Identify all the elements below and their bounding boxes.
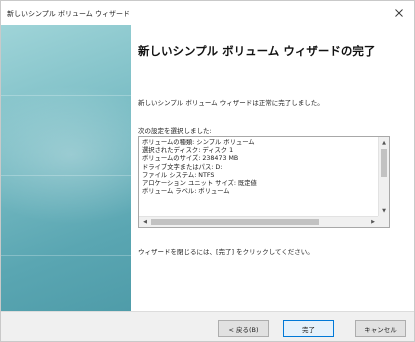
back-button[interactable]: < 戻る(B)	[218, 320, 269, 337]
settings-label: 次の設定を選択しました:	[138, 127, 212, 135]
scroll-right-icon[interactable]: ▶	[368, 217, 378, 227]
settings-item: アロケーション ユニット サイズ: 既定値	[142, 180, 257, 188]
finish-instruction: ウィザードを閉じるには、[完了] をクリックしてください。	[138, 248, 314, 256]
cancel-button[interactable]: キャンセル	[355, 320, 406, 337]
close-icon	[395, 9, 403, 17]
title-bar: 新しいシンプル ボリューム ウィザード	[1, 1, 414, 25]
scroll-down-icon[interactable]: ▼	[379, 206, 389, 216]
vertical-scroll-thumb[interactable]	[381, 149, 387, 177]
settings-item: ボリュームのサイズ: 238473 MB	[142, 155, 239, 163]
finish-button[interactable]: 完了	[283, 320, 334, 337]
settings-item: ボリュームの種類: シンプル ボリューム	[142, 139, 255, 146]
vertical-scrollbar[interactable]: ▲ ▼	[378, 137, 389, 217]
wizard-window: 新しいシンプル ボリューム ウィザード 新しいシンプル ボリューム ウィザードの…	[0, 0, 415, 342]
settings-item: ボリューム ラベル: ボリューム	[142, 188, 230, 196]
wizard-content: 新しいシンプル ボリューム ウィザードの完了 新しいシンプル ボリューム ウィザ…	[138, 25, 406, 305]
settings-list: ボリュームの種類: シンプル ボリューム 選択されたディスク: ディスク 1 ボ…	[142, 139, 374, 215]
scrollbar-corner	[378, 216, 389, 227]
completion-message: 新しいシンプル ボリューム ウィザードは正常に完了しました。	[138, 99, 324, 107]
page-heading: 新しいシンプル ボリューム ウィザードの完了	[138, 44, 376, 58]
close-button[interactable]	[388, 3, 410, 23]
scroll-up-icon[interactable]: ▲	[379, 138, 389, 148]
horizontal-scrollbar[interactable]: ◀ ▶	[139, 216, 379, 227]
window-title: 新しいシンプル ボリューム ウィザード	[7, 10, 131, 18]
horizontal-scroll-thumb[interactable]	[151, 219, 319, 225]
settings-item: ドライブ文字またはパス: D:	[142, 163, 223, 171]
settings-summary-box[interactable]: ボリュームの種類: シンプル ボリューム 選択されたディスク: ディスク 1 ボ…	[138, 136, 390, 228]
button-bar: < 戻る(B) 完了 キャンセル	[1, 311, 414, 341]
scroll-left-icon[interactable]: ◀	[140, 217, 150, 227]
settings-item: ファイル システム: NTFS	[142, 171, 215, 179]
wizard-side-banner	[1, 25, 131, 311]
